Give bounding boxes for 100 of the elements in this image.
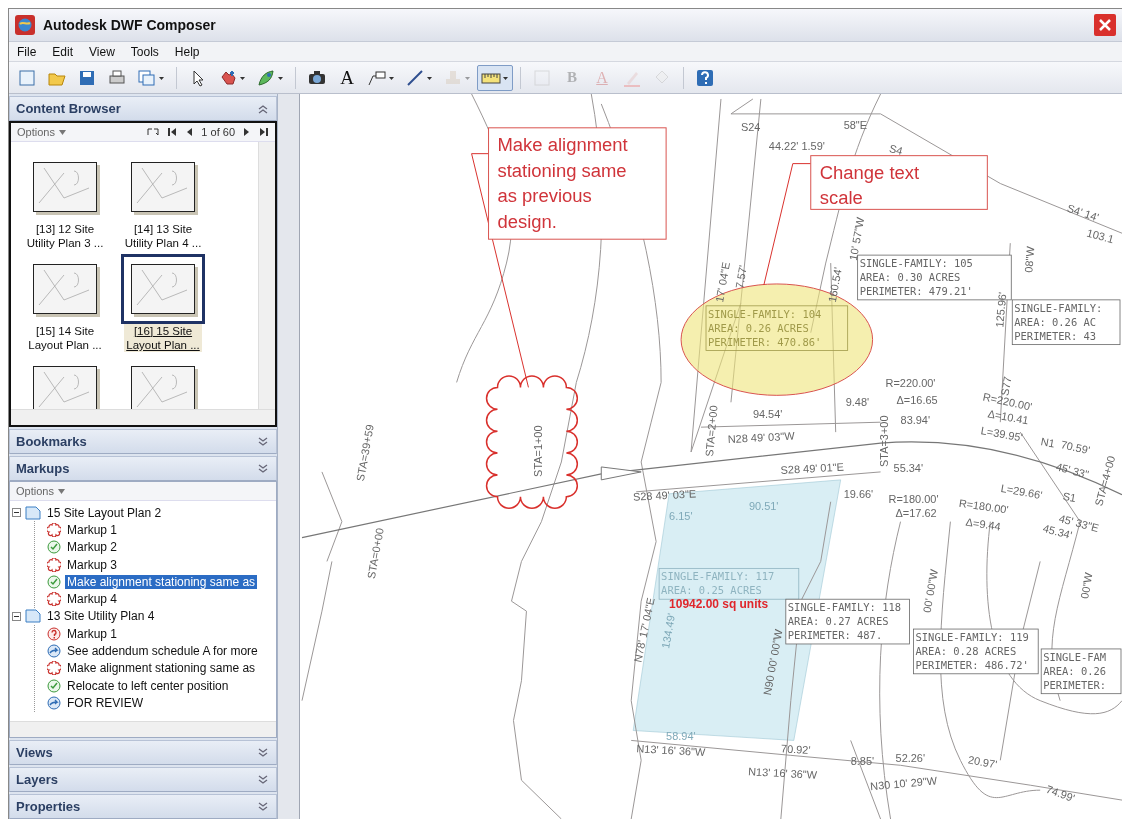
menu-item[interactable]: Tools (122, 44, 167, 59)
tree-item[interactable]: 13 Site Utility Plan 4 (45, 609, 157, 624)
survey-label: Δ=17.62 (895, 506, 937, 519)
panel-header[interactable]: Views (16, 745, 53, 760)
leaf-icon (256, 67, 276, 88)
thumbnail-caption[interactable]: [13] 12 Site Utility Plan 3 ... (24, 222, 106, 250)
last-page-icon[interactable] (259, 127, 269, 137)
survey-label: 74.99' (1044, 782, 1077, 805)
page-thumbnail[interactable] (121, 254, 205, 324)
survey-label: 94.54' (752, 408, 783, 421)
markup-item[interactable]: FOR REVIEW (65, 695, 145, 710)
survey-label: 44.22' 1.59' (768, 139, 825, 152)
survey-label: 103.1 (1085, 226, 1116, 246)
panel-header[interactable]: Layers (16, 772, 58, 787)
page-counter: 1 of 60 (201, 126, 235, 138)
sync-icon[interactable] (146, 127, 161, 137)
survey-label: N28 49' 03"W (727, 429, 795, 446)
caret-icon[interactable] (502, 74, 509, 81)
survey-label: 125.96' (993, 291, 1009, 328)
arrow-circle-icon (47, 644, 61, 658)
options-menu[interactable]: Options (17, 126, 66, 138)
survey-label: 20.97' (967, 753, 999, 771)
survey-label: STA=0+00 (364, 526, 386, 580)
menu-item[interactable]: View (81, 44, 123, 59)
check-icon (47, 678, 61, 693)
markup-item[interactable]: Markup 3 (65, 557, 120, 572)
horizontal-scrollbar[interactable] (11, 409, 275, 425)
survey-label: STA=39+59 (354, 423, 376, 483)
lot-label: SINGLE-FAMILY: AREA: 0.26 AC PERIMETER: 43 (1011, 299, 1121, 345)
survey-label: 83.94' (900, 414, 931, 427)
survey-label: S28 49' 01"E (780, 460, 845, 476)
help-icon (695, 67, 715, 88)
collapse-icon[interactable] (12, 508, 21, 518)
survey-label: 8.85' (850, 755, 875, 768)
menu-item[interactable]: Help (166, 44, 208, 59)
tree-item[interactable]: 15 Site Layout Plan 2 (45, 505, 164, 520)
survey-label: 7.57' (733, 264, 749, 290)
markup-item[interactable]: Markup 1 (65, 522, 120, 537)
survey-label: N13' 16' 36"W (636, 742, 706, 758)
survey-label: 08"W (1022, 245, 1037, 274)
line-icon (405, 67, 425, 88)
text-frame-icon (532, 67, 552, 88)
menu-item[interactable]: File (9, 44, 45, 59)
question-icon (47, 626, 61, 641)
survey-label: 58"E (843, 118, 868, 131)
survey-label: Δ=16.65 (896, 394, 938, 407)
survey-label: S28 49' 03"E (632, 487, 697, 503)
markup-item[interactable]: See addendum schedule A for more (65, 644, 260, 658)
cloud-icon (47, 557, 61, 572)
caret-icon[interactable] (426, 74, 433, 81)
options-menu[interactable]: Options (16, 485, 65, 497)
caret-icon[interactable] (277, 74, 284, 81)
lot-label: SINGLE-FAMILY: 119 AREA: 0.28 ACRES PERIMETER: 486.72' (913, 628, 1039, 675)
markup-item[interactable]: Markup 4 (65, 592, 120, 607)
markup-item[interactable]: Markup 1 (65, 626, 120, 641)
caret-icon[interactable] (388, 74, 395, 81)
survey-label: STA=2+00 (703, 404, 720, 458)
vertical-scrollbar[interactable] (258, 142, 275, 409)
survey-label: S4' 14' (1065, 201, 1101, 224)
survey-label: 19.66' (843, 487, 874, 500)
survey-label: N90 00' 00"W (761, 628, 785, 697)
panel-header[interactable]: Markups (16, 461, 70, 476)
arrow-circle-icon (47, 695, 61, 710)
page-icon (25, 505, 41, 520)
thumbnail-caption[interactable]: [14] 13 Site Utility Plan 4 ... (122, 222, 204, 250)
survey-label: N13' 16' 36"W (747, 765, 818, 781)
menu-item[interactable]: Edit (44, 44, 82, 59)
cloud-icon (47, 522, 61, 537)
survey-label: 55.34' (893, 461, 924, 474)
thumbnail-caption[interactable]: [16] 15 Site Layout Plan ... (124, 324, 202, 352)
markup-item[interactable]: Relocate to left center position (65, 678, 231, 693)
survey-label: S1 (1061, 489, 1078, 505)
survey-label: R=180.00' (888, 492, 939, 505)
callout-note[interactable]: Make alignment stationing same as previous design. (488, 127, 667, 240)
caret-icon[interactable] (158, 74, 165, 81)
first-page-icon[interactable] (167, 127, 178, 137)
area-dimension-label: 58.94' (666, 730, 696, 743)
panel-header[interactable]: Bookmarks (16, 434, 87, 449)
lot-label: SINGLE-FAMILY: 117 AREA: 0.25 ACRES (658, 568, 800, 600)
caret-icon[interactable] (239, 74, 246, 81)
collapse-icon[interactable] (12, 611, 21, 621)
close-button[interactable] (1094, 14, 1116, 36)
survey-label: L=39.95' (980, 424, 1024, 444)
area-measurement: 10942.00 sq units (669, 597, 769, 612)
markup-item[interactable]: Markup 2 (65, 540, 120, 555)
page-icon (25, 609, 41, 624)
pages-icon (137, 67, 157, 88)
markup-item[interactable]: Make alignment stationing same as (65, 574, 258, 589)
survey-label: Δ=9.44 (965, 515, 1002, 533)
cloud-icon (47, 661, 61, 676)
callout-note[interactable]: Change text scale (810, 155, 988, 210)
text-tool-button[interactable]: A (333, 64, 361, 91)
markup-item[interactable]: Make alignment stationing same as (65, 661, 258, 676)
measure-tool-button[interactable] (477, 64, 513, 91)
horizontal-scrollbar[interactable] (10, 721, 276, 737)
check-icon (47, 574, 61, 589)
panel-header[interactable]: Properties (16, 799, 81, 814)
survey-label: STA=3+00 (877, 415, 890, 467)
thumbnail-caption[interactable]: [15] 14 Site Layout Plan ... (26, 324, 104, 352)
lot-label: SINGLE-FAMILY: 104 AREA: 0.26 ACRES PERIMETER: 470.86' (705, 305, 849, 351)
